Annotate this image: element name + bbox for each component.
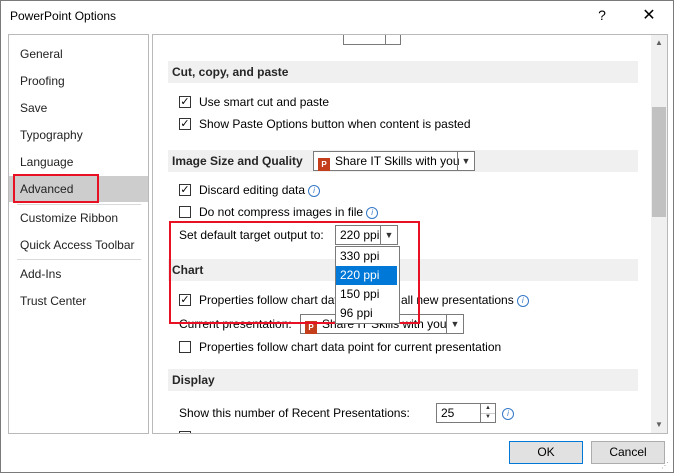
section-cut-copy-paste: Cut, copy, and paste [168,61,638,83]
follow-chart-current-checkbox[interactable] [179,341,191,353]
nav-item-proofing[interactable]: Proofing [9,68,148,94]
dropdown-arrow-icon[interactable]: ▼ [446,315,463,333]
follow-chart-current-label: Properties follow chart data point for c… [199,340,502,354]
nav-item-quick-access-toolbar[interactable]: Quick Access Toolbar [9,232,148,258]
follow-chart-all-label-start: Properties follow chart dat [199,293,338,307]
recent-presentations-label: Show this number of Recent Presentations… [179,406,410,420]
use-smart-cut-checkbox[interactable]: ✓ [179,96,191,108]
cancel-button[interactable]: Cancel [591,441,665,464]
recent-presentations-value: 25 [441,406,455,420]
discard-editing-checkbox[interactable]: ✓ [179,184,191,196]
scroll-down-icon[interactable]: ▼ [651,417,667,433]
nav-item-save[interactable]: Save [9,95,148,121]
info-icon: i [366,207,379,219]
do-not-compress-label: Do not compress images in file [199,205,364,219]
vertical-scrollbar[interactable]: ▲ ▼ [651,35,667,433]
options-scroll-area: Cut, copy, and paste ✓ Use smart cut and… [153,35,651,433]
nav-item-language[interactable]: Language [9,149,148,175]
section-heading: Display [172,373,215,387]
help-icon[interactable]: ? [593,7,611,27]
title-bar: PowerPoint Options ? ✕ [1,1,673,33]
nav-item-add-ins[interactable]: Add-Ins [9,261,148,287]
resize-grip-icon[interactable]: ⋰ [661,461,671,471]
current-presentation-label: Current presentation: [179,317,292,331]
checkmark-icon: ✓ [180,118,190,130]
clipped-spinner[interactable] [343,35,401,45]
default-output-label: Set default target output to: [179,228,324,242]
checkmark-icon: ✓ [180,184,190,196]
default-output-value: 220 ppi [340,228,380,242]
section-chart: Chart [168,259,638,281]
image-quality-presentation-select[interactable]: P Share IT Skills with you ▼ [313,151,475,171]
section-heading: Cut, copy, and paste [172,65,289,79]
checkmark-icon: ✓ [180,96,190,108]
discard-editing-label: Discard editing data [199,183,306,197]
output-option[interactable]: 150 ppi [336,285,397,304]
clipped-checkbox[interactable] [179,431,191,433]
nav-item-general[interactable]: General [9,41,148,67]
output-options-list: 330 ppi 220 ppi 150 ppi 96 ppi [335,246,400,324]
close-icon[interactable]: ✕ [637,5,661,27]
nav-item-typography[interactable]: Typography [9,122,148,148]
nav-item-customize-ribbon[interactable]: Customize Ribbon [9,205,148,231]
image-quality-presentation-value: Share IT Skills with you [335,154,460,168]
section-display: Display [168,369,638,391]
scroll-thumb[interactable] [652,107,666,217]
info-icon: i [502,408,514,420]
do-not-compress-checkbox[interactable] [179,206,191,218]
output-option[interactable]: 330 ppi [336,247,397,266]
dropdown-arrow-icon[interactable]: ▼ [380,226,397,244]
dropdown-arrow-icon[interactable]: ▼ [457,152,474,170]
follow-chart-all-label-end: all new presentations [401,293,514,307]
default-output-select[interactable]: 220 ppi ▼ [335,225,398,245]
scroll-up-icon[interactable]: ▲ [651,35,667,51]
use-smart-cut-label: Use smart cut and paste [199,95,330,109]
nav-item-trust-center[interactable]: Trust Center [9,288,148,314]
info-icon: i [516,295,529,307]
category-list: General Proofing Save Typography Languag… [8,34,149,434]
dialog-title: PowerPoint Options [10,9,117,23]
nav-item-advanced[interactable]: Advanced [9,176,148,202]
show-paste-options-label: Show Paste Options button when content i… [199,117,471,131]
powerpoint-file-icon: P [305,321,317,334]
section-heading: Image Size and Quality [172,154,303,168]
spin-down-icon[interactable]: ▼ [481,413,495,422]
nav-divider [17,259,141,260]
powerpoint-file-icon: P [318,158,330,171]
output-option[interactable]: 96 ppi [336,304,397,323]
info-icon: i [308,185,321,197]
output-option-highlighted[interactable]: 220 ppi [336,266,397,285]
ok-button[interactable]: OK [509,441,583,464]
options-content-pane: Cut, copy, and paste ✓ Use smart cut and… [152,34,668,434]
section-heading: Chart [172,263,204,277]
options-dialog: PowerPoint Options ? ✕ General Proofing … [0,0,674,473]
follow-chart-all-checkbox[interactable]: ✓ [179,294,191,306]
checkmark-icon: ✓ [180,294,190,306]
recent-presentations-spinner[interactable]: 25 ▲ ▼ [436,403,496,423]
show-paste-options-checkbox[interactable]: ✓ [179,118,191,130]
